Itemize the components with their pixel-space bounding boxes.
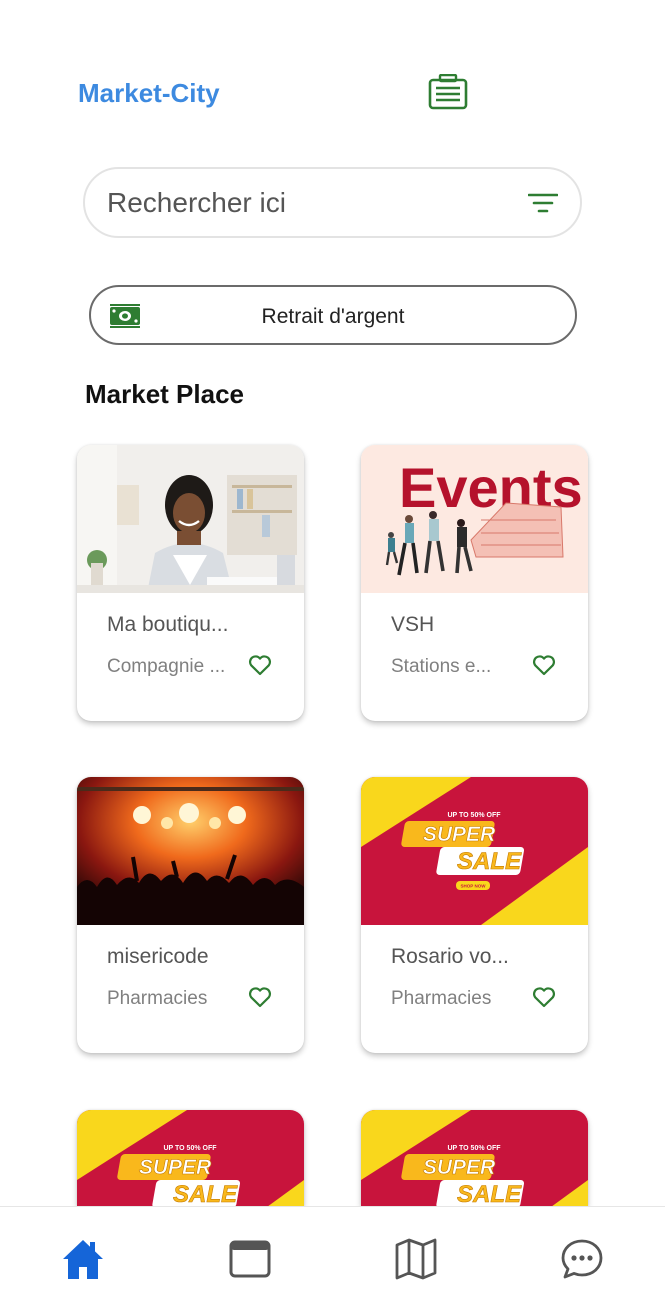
sale-super-text: SUPER [423,823,496,846]
events-banner: Events [361,445,588,593]
card-name: VSH [391,613,435,636]
cash-register-icon[interactable] [428,73,468,110]
heart-icon[interactable] [532,986,556,1008]
bottom-nav [0,1206,665,1303]
card-category: Stations e... [391,656,492,677]
withdraw-label: Retrait d'argent [261,305,405,328]
map-icon[interactable] [394,1237,438,1281]
search-bar [83,167,582,238]
card-name: Rosario vo... [391,945,509,968]
sale-super-text: SUPER [139,1156,212,1179]
app-header: Market-City [0,70,665,120]
store-card[interactable]: Events VSH Stations e... [361,445,588,721]
card-category: Compagnie ... [107,656,226,677]
super-sale-banner: UP TO 50% OFF SUPER SALE SHOP NOW [361,777,588,925]
heart-icon[interactable] [532,654,556,676]
store-card[interactable]: UP TO 50% OFF SUPER SALE SHOP NOW Rosari… [361,777,588,1053]
super-sale-banner: UP TO 50% OFF SUPER SALE [77,1110,304,1206]
home-icon[interactable] [61,1237,105,1281]
sale-top-text: UP TO 50% OFF [447,812,501,819]
woman-office-photo [77,445,304,593]
concert-photo [77,777,304,925]
sale-top-text: UP TO 50% OFF [447,1145,501,1152]
card-category: Pharmacies [391,988,492,1009]
store-card[interactable]: Ma boutiqu... Compagnie ... [77,445,304,721]
chat-icon[interactable] [560,1237,604,1281]
sale-sale-text: SALE [457,848,522,875]
store-card-partial[interactable]: UP TO 50% OFF SUPER SALE [361,1110,588,1206]
sale-super-text: SUPER [423,1156,496,1179]
search-input[interactable] [107,185,507,221]
section-title: Market Place [85,379,244,409]
withdraw-button[interactable]: Retrait d'argent [89,285,577,345]
sale-shop-text: SHOP NOW [461,884,487,889]
sale-sale-text: SALE [173,1181,238,1206]
sale-sale-text: SALE [457,1181,522,1206]
heart-icon[interactable] [248,654,272,676]
window-icon[interactable] [228,1237,272,1281]
heart-icon[interactable] [248,986,272,1008]
store-card-partial[interactable]: UP TO 50% OFF SUPER SALE [77,1110,304,1206]
store-card[interactable]: misericode Pharmacies [77,777,304,1053]
sale-top-text: UP TO 50% OFF [163,1145,217,1152]
filter-icon[interactable] [527,191,559,215]
app-title: Market-City [78,78,220,108]
card-name: Ma boutiqu... [107,613,229,636]
super-sale-banner: UP TO 50% OFF SUPER SALE [361,1110,588,1206]
card-category: Pharmacies [107,988,208,1009]
card-name: misericode [107,945,209,968]
